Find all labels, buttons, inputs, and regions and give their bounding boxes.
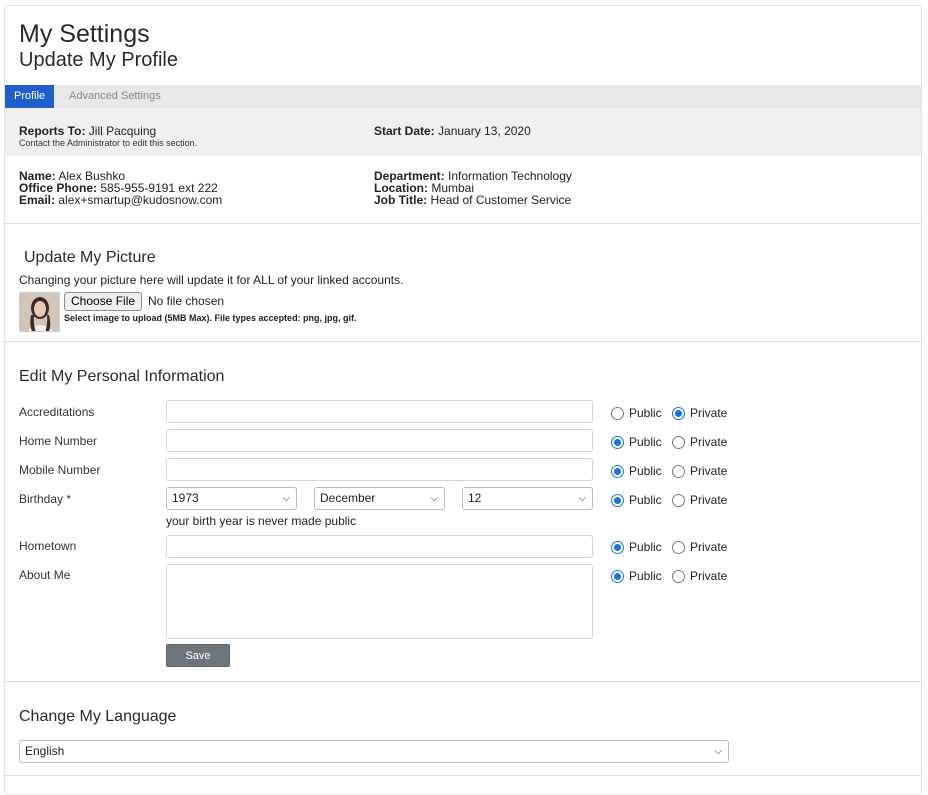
picture-section: Update My Picture Changing your picture … bbox=[5, 224, 921, 342]
radio-circle bbox=[672, 493, 685, 507]
language-select[interactable]: English ⌵ bbox=[19, 740, 729, 763]
about-me-textarea[interactable] bbox=[166, 564, 593, 639]
personal-info-title: Edit My Personal Information bbox=[19, 368, 225, 385]
mobile-number-private-radio[interactable]: Private bbox=[672, 464, 727, 478]
private-label: Private bbox=[690, 464, 728, 478]
info-col-right: Department: Information Technology Locat… bbox=[374, 170, 572, 206]
about-me-label: About Me bbox=[19, 568, 71, 582]
home-number-input[interactable] bbox=[166, 429, 593, 452]
tab-advanced-settings[interactable]: Advanced Settings bbox=[60, 85, 170, 108]
radio-circle bbox=[672, 406, 685, 420]
birth-year-note: your birth year is never made public bbox=[166, 514, 357, 528]
hometown-private-radio[interactable]: Private bbox=[672, 540, 727, 554]
admin-note: Contact the Administrator to edit this s… bbox=[19, 138, 198, 148]
personal-info-section: Edit My Personal Information Accreditati… bbox=[5, 342, 921, 682]
hometown-public-radio[interactable]: Public bbox=[611, 540, 662, 554]
home-number-label: Home Number bbox=[19, 434, 98, 448]
language-section: Change My Language English ⌵ bbox=[5, 682, 921, 776]
home-number-private-radio[interactable]: Private bbox=[672, 435, 727, 449]
tab-bar: Profile Advanced Settings bbox=[5, 85, 921, 108]
radio-circle bbox=[611, 406, 624, 420]
birth-year-select[interactable]: 1973 ⌵ bbox=[166, 487, 297, 510]
no-file-text: No file chosen bbox=[148, 294, 225, 308]
birth-day-value: 12 bbox=[468, 491, 482, 505]
picture-description: Changing your picture here will update i… bbox=[19, 273, 404, 287]
accreditations-input[interactable] bbox=[166, 400, 593, 423]
avatar bbox=[19, 292, 60, 332]
home-number-public-radio[interactable]: Public bbox=[611, 435, 662, 449]
accreditations-private-radio[interactable]: Private bbox=[672, 406, 727, 420]
reports-to-label: Reports To: bbox=[19, 124, 86, 138]
page-title: My Settings bbox=[19, 20, 150, 48]
birth-month-value: December bbox=[320, 491, 376, 505]
radio-circle bbox=[672, 435, 685, 449]
radio-circle bbox=[672, 569, 685, 583]
language-title: Change My Language bbox=[19, 708, 177, 725]
public-label: Public bbox=[629, 540, 662, 554]
accreditations-public-radio[interactable]: Public bbox=[611, 406, 662, 420]
public-label: Public bbox=[629, 406, 662, 420]
chevron-down-icon: ⌵ bbox=[578, 493, 586, 504]
birthday-public-radio[interactable]: Public bbox=[611, 493, 662, 507]
public-label: Public bbox=[629, 435, 662, 449]
save-button[interactable]: Save bbox=[166, 644, 230, 667]
chevron-down-icon: ⌵ bbox=[430, 493, 438, 504]
private-label: Private bbox=[690, 569, 728, 583]
choose-file-button[interactable]: Choose File bbox=[64, 292, 143, 311]
info-col-left: Name: Alex Bushko Office Phone: 585-955-… bbox=[19, 170, 222, 206]
hometown-label: Hometown bbox=[19, 539, 77, 553]
email-value: alex+smartup@kudosnow.com bbox=[58, 193, 223, 207]
profile-info: Name: Alex Bushko Office Phone: 585-955-… bbox=[5, 156, 921, 224]
mobile-number-public-radio[interactable]: Public bbox=[611, 464, 662, 478]
language-value: English bbox=[25, 744, 65, 758]
reports-to: Reports To: Jill Pacquing bbox=[19, 124, 156, 138]
radio-circle bbox=[611, 464, 624, 478]
private-label: Private bbox=[690, 435, 728, 449]
mobile-number-label: Mobile Number bbox=[19, 463, 101, 477]
start-date-label: Start Date: bbox=[374, 124, 435, 138]
reports-to-value: Jill Pacquing bbox=[88, 124, 157, 138]
about-me-private-radio[interactable]: Private bbox=[672, 569, 727, 583]
radio-circle bbox=[672, 464, 685, 478]
start-date-value: January 13, 2020 bbox=[438, 124, 531, 138]
tab-profile[interactable]: Profile bbox=[5, 85, 55, 108]
job-title-label: Job Title: bbox=[374, 193, 428, 207]
radio-circle bbox=[611, 435, 624, 449]
private-label: Private bbox=[690, 493, 728, 507]
radio-circle bbox=[611, 493, 624, 507]
email-label: Email: bbox=[19, 193, 56, 207]
birth-month-select[interactable]: December ⌵ bbox=[314, 487, 445, 510]
radio-circle bbox=[611, 540, 624, 554]
page-subtitle: Update My Profile bbox=[19, 49, 178, 71]
chevron-down-icon: ⌵ bbox=[282, 493, 290, 504]
start-date: Start Date: January 13, 2020 bbox=[374, 124, 531, 138]
about-me-public-radio[interactable]: Public bbox=[611, 569, 662, 583]
reports-section: Reports To: Jill Pacquing Contact the Ad… bbox=[5, 108, 921, 156]
job-title-value: Head of Customer Service bbox=[430, 193, 572, 207]
title-block: My Settings Update My Profile bbox=[19, 20, 178, 72]
public-label: Public bbox=[629, 493, 662, 507]
chevron-down-icon: ⌵ bbox=[714, 746, 722, 757]
birth-day-select[interactable]: 12 ⌵ bbox=[462, 487, 593, 510]
public-label: Public bbox=[629, 464, 662, 478]
mobile-number-input[interactable] bbox=[166, 458, 593, 481]
birth-year-value: 1973 bbox=[172, 491, 199, 505]
settings-panel: My Settings Update My Profile Profile Ad… bbox=[4, 5, 922, 795]
radio-circle bbox=[672, 540, 685, 554]
private-label: Private bbox=[690, 540, 728, 554]
upload-hint: Select image to upload (5MB Max). File t… bbox=[64, 313, 357, 323]
accreditations-label: Accreditations bbox=[19, 405, 95, 419]
public-label: Public bbox=[629, 569, 662, 583]
picture-title: Update My Picture bbox=[24, 249, 156, 266]
birthday-private-radio[interactable]: Private bbox=[672, 493, 727, 507]
radio-circle bbox=[611, 569, 624, 583]
birthday-label: Birthday * bbox=[19, 492, 72, 506]
hometown-input[interactable] bbox=[166, 535, 593, 558]
private-label: Private bbox=[690, 406, 728, 420]
